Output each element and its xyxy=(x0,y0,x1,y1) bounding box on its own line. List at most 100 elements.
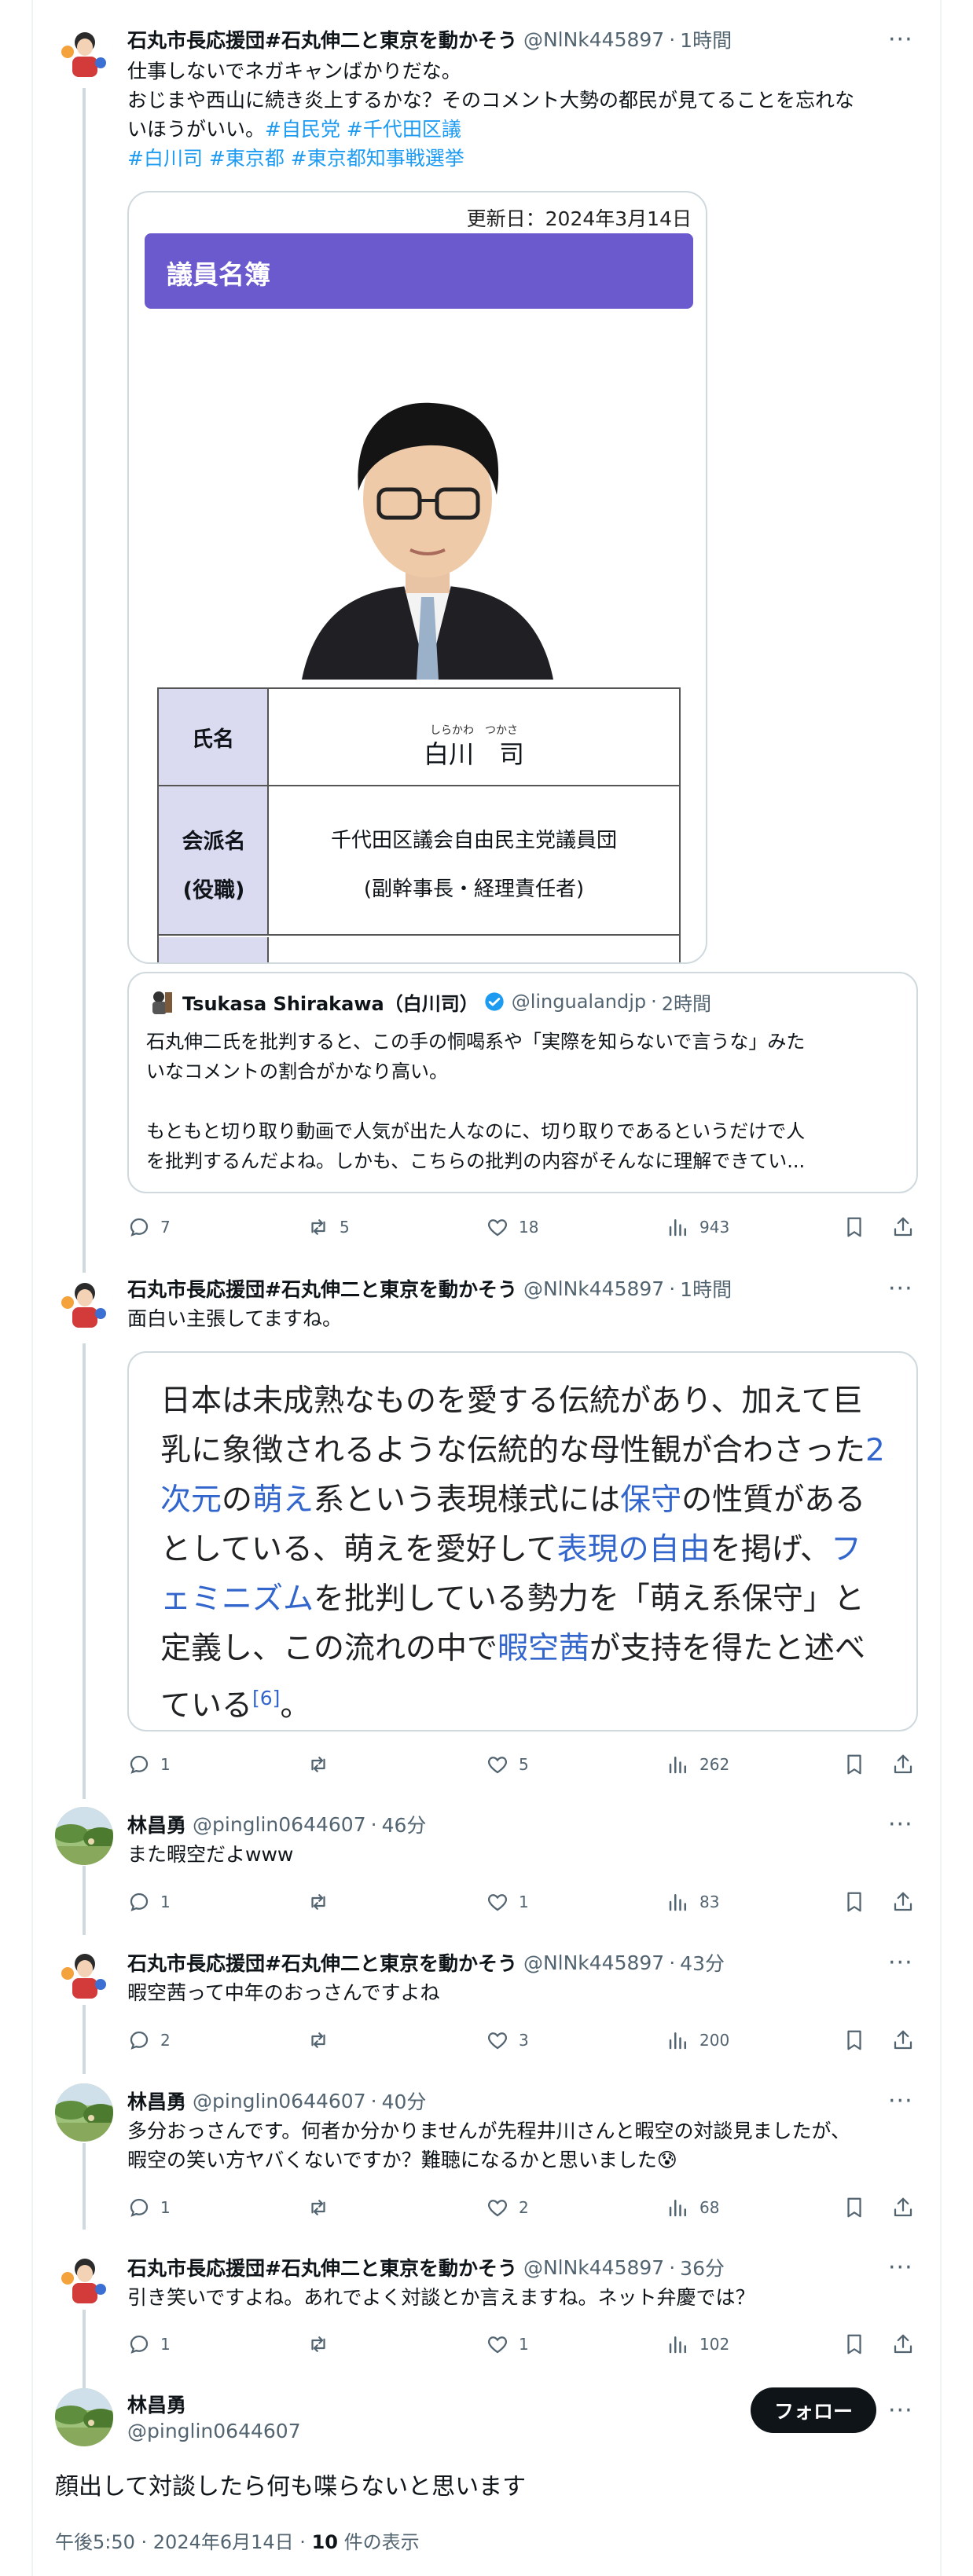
like-icon xyxy=(486,2028,509,2052)
views-button[interactable]: 68 xyxy=(666,2193,719,2222)
more-icon[interactable]: ··· xyxy=(888,1277,913,1301)
avatar[interactable] xyxy=(55,2083,113,2142)
view-count: 10 xyxy=(311,2531,338,2553)
avatar[interactable] xyxy=(55,2250,113,2308)
more-icon[interactable]: ··· xyxy=(888,1951,913,1975)
repost-button[interactable] xyxy=(307,2026,340,2054)
wiki-link[interactable]: 萌え xyxy=(252,1482,314,1518)
wiki-link[interactable]: 暇空茜 xyxy=(498,1631,589,1666)
bookmark-button[interactable] xyxy=(843,2193,876,2222)
views-button[interactable]: 262 xyxy=(666,1750,729,1779)
bookmark-button[interactable] xyxy=(843,2330,876,2358)
more-icon[interactable]: ··· xyxy=(888,28,913,52)
more-icon[interactable]: ··· xyxy=(888,2090,913,2113)
wiki-link[interactable]: ェミニズム xyxy=(160,1581,314,1617)
author-handle[interactable]: @NlNk445897 xyxy=(523,1951,664,1974)
quoted-post[interactable]: Tsukasa Shirakawa（白川司） @lingualandjp · 2… xyxy=(127,972,918,1193)
author-name[interactable]: 石丸市長応援団#石丸伸二と東京を動かそう xyxy=(127,25,517,53)
author-handle[interactable]: @NlNk445897 xyxy=(523,2256,664,2279)
reply-button[interactable]: 1 xyxy=(127,1888,171,1916)
post-time[interactable]: 1時間 xyxy=(680,1274,732,1303)
post-actions: 1 1 102 xyxy=(127,2330,921,2358)
post-time[interactable]: 40分 xyxy=(382,2087,427,2115)
card-header-bar: 議員名簿 xyxy=(145,233,693,309)
wiki-link[interactable]: 2 xyxy=(865,1433,885,1468)
like-button[interactable]: 3 xyxy=(486,2026,529,2054)
like-icon xyxy=(486,1215,509,1239)
attached-image[interactable]: 日本は未成熟なものを愛する伝統があり、加えて巨 乳に象徴されるような伝統的な母性… xyxy=(127,1351,918,1731)
post-timestamp[interactable]: 午後5:50 · 2024年6月14日 · xyxy=(55,2531,312,2553)
like-button[interactable]: 1 xyxy=(486,2330,529,2358)
more-icon[interactable]: ··· xyxy=(888,1813,913,1837)
bookmark-button[interactable] xyxy=(843,1213,876,1241)
bookmark-button[interactable] xyxy=(843,1888,876,1916)
author-name[interactable]: 石丸市長応援団#石丸伸二と東京を動かそう xyxy=(127,2253,517,2281)
share-button[interactable] xyxy=(891,1213,924,1241)
author-handle[interactable]: @pinglin0644607 xyxy=(127,2420,301,2442)
bookmark-button[interactable] xyxy=(843,2026,876,2054)
repost-button[interactable] xyxy=(307,2330,340,2358)
avatar[interactable] xyxy=(55,1807,113,1865)
repost-icon xyxy=(307,2028,330,2052)
reply-button[interactable]: 7 xyxy=(127,1213,171,1241)
views-button[interactable]: 102 xyxy=(666,2330,729,2358)
reply-button[interactable]: 2 xyxy=(127,2026,171,2054)
repost-button[interactable] xyxy=(307,2193,340,2222)
author-name[interactable]: 石丸市長応援団#石丸伸二と東京を動かそう xyxy=(127,1948,517,1977)
repost-button[interactable] xyxy=(307,1750,340,1779)
reply-button[interactable]: 1 xyxy=(127,1750,171,1779)
post-time[interactable]: 1時間 xyxy=(680,25,732,53)
wiki-link[interactable]: 次元 xyxy=(160,1482,222,1518)
follow-button[interactable]: フォロー xyxy=(751,2387,876,2433)
author-name[interactable]: 石丸市長応援団#石丸伸二と東京を動かそう xyxy=(127,1274,517,1303)
author-handle[interactable]: @NlNk445897 xyxy=(523,28,664,51)
avatar[interactable] xyxy=(55,1274,113,1332)
share-button[interactable] xyxy=(891,2026,924,2054)
avatar[interactable] xyxy=(55,2388,113,2446)
post-time[interactable]: 36分 xyxy=(680,2253,725,2281)
citation-link[interactable]: [6] xyxy=(252,1687,280,1709)
like-button[interactable]: 18 xyxy=(486,1213,538,1241)
author-name[interactable]: 林昌勇 xyxy=(127,2390,186,2418)
like-button[interactable]: 1 xyxy=(486,1888,529,1916)
like-button[interactable]: 2 xyxy=(486,2193,529,2222)
share-button[interactable] xyxy=(891,1888,924,1916)
post-meta: 午後5:50 · 2024年6月14日 · 10 件の表示 xyxy=(55,2531,420,2553)
views-button[interactable]: 943 xyxy=(666,1213,729,1241)
like-icon xyxy=(486,1753,509,1776)
views-icon xyxy=(666,2196,690,2219)
like-button[interactable]: 5 xyxy=(486,1750,529,1779)
reply-button[interactable]: 1 xyxy=(127,2330,171,2358)
author-name[interactable]: 林昌勇 xyxy=(127,2087,186,2115)
repost-button[interactable] xyxy=(307,1888,340,1916)
avatar[interactable] xyxy=(55,24,113,82)
wiki-link[interactable]: 表現の自由 xyxy=(557,1532,710,1567)
main-post-text: 顔出して対談したら何も喋らないと思います xyxy=(55,2473,527,2501)
more-icon[interactable]: ··· xyxy=(888,2399,913,2423)
author-handle[interactable]: @NlNk445897 xyxy=(523,1277,664,1300)
post-time[interactable]: 46分 xyxy=(382,1810,427,1838)
share-button[interactable] xyxy=(891,2193,924,2222)
hashtag-link[interactable]: #自民党 #千代田区議 xyxy=(265,118,461,141)
author-handle[interactable]: @pinglin0644607 xyxy=(193,1813,366,1836)
reply-button[interactable]: 1 xyxy=(127,2193,171,2222)
author-name[interactable]: 林昌勇 xyxy=(127,1810,186,1838)
avatar[interactable] xyxy=(55,1945,113,2003)
share-button[interactable] xyxy=(891,2330,924,2358)
views-button[interactable]: 83 xyxy=(666,1888,719,1916)
author-handle[interactable]: @pinglin0644607 xyxy=(193,2090,366,2112)
more-icon[interactable]: ··· xyxy=(888,2256,913,2280)
wiki-link[interactable]: 保守 xyxy=(620,1482,681,1518)
share-button[interactable] xyxy=(891,1750,924,1779)
post-header: 石丸市長応援団#石丸伸二と東京を動かそう @NlNk445897 · 1時間 xyxy=(127,1274,732,1303)
repost-button[interactable]: 5 xyxy=(307,1213,350,1241)
post-time[interactable]: 43分 xyxy=(680,1948,725,1977)
quoted-author-name[interactable]: Tsukasa Shirakawa（白川司） xyxy=(182,988,479,1016)
bookmark-button[interactable] xyxy=(843,1750,876,1779)
hashtag-link[interactable]: #白川司 #東京都 #東京都知事戦選挙 xyxy=(127,144,921,173)
wiki-link[interactable]: フ xyxy=(831,1532,861,1567)
share-icon xyxy=(891,1215,915,1239)
reply-icon xyxy=(127,2196,151,2219)
views-button[interactable]: 200 xyxy=(666,2026,729,2054)
attached-image[interactable]: 更新日：2024年3月14日 議員名簿 氏名 しらかわ つかさ 白川 司 会派名… xyxy=(127,191,707,964)
